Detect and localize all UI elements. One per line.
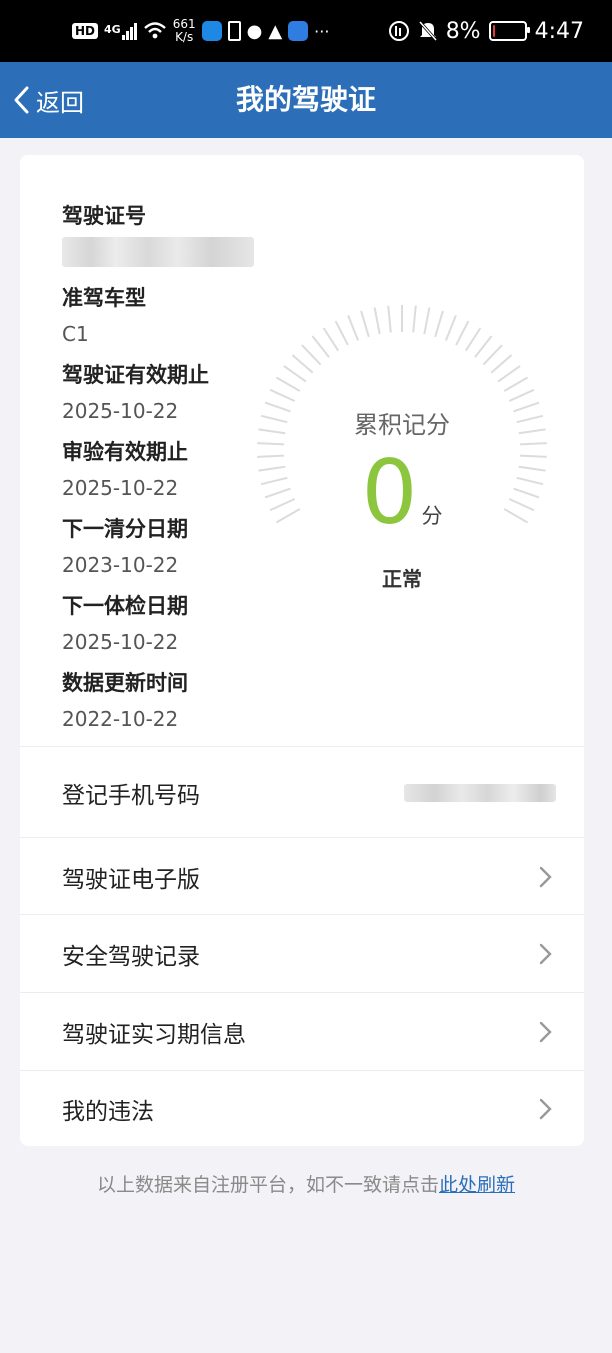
gauge-tick [508,388,535,402]
info-vehicle-class: 准驾车型 C1 [62,282,254,359]
row-electronic-license[interactable]: 驾驶证电子版 [20,837,584,915]
network-type: 4G [104,22,121,36]
page-title: 我的驾驶证 [235,83,376,116]
info-license-number: 驾驶证号 [62,200,254,282]
battery-icon [488,21,530,41]
gauge-tick [444,315,457,341]
info-value: 2023-10-22 [62,553,179,577]
gauge-label: 累积记分 [354,411,450,439]
redacted-phone-number [404,783,556,802]
more-notifications-icon: ··· [314,21,330,41]
wechat-icon: ● [246,20,263,42]
chevron-right-icon [539,1021,552,1043]
info-value: 2025-10-22 [62,399,179,423]
info-next-clear-date: 下一清分日期 2023-10-22 [62,513,254,590]
redacted-license-number [62,237,254,267]
nav-bar: 返回 我的驾驶证 [0,62,612,138]
nfc-icon [388,21,409,41]
hd-indicator: HD [72,23,99,39]
info-value: 2025-10-22 [62,476,179,500]
info-next-medical-date: 下一体检日期 2025-10-22 [62,590,254,667]
refresh-link[interactable]: 此处刷新 [439,1174,515,1196]
gauge-tick [455,320,470,346]
row-label: 我的违法 [62,1099,154,1125]
network-speed: 661 K/s [172,17,196,44]
info-label: 数据更新时间 [62,671,188,695]
gauge-tick [291,354,314,374]
gauge-tick [347,315,360,341]
row-safe-driving-record[interactable]: 安全驾驶记录 [20,914,584,993]
gauge-tick [464,327,482,352]
gauge-tick [423,307,431,335]
info-label: 下一体检日期 [62,594,188,618]
row-label: 驾驶证电子版 [62,866,200,893]
gauge-tick [322,327,340,352]
status-right: 8% 4:47 [388,0,584,62]
row-label: 安全驾驶记录 [62,944,200,970]
data-source-note: 以上数据来自注册平台，如不一致请点击此处刷新 [0,1170,612,1197]
gauge-tick [301,344,322,366]
points-gauge: 累积记分 0分 正常 [252,305,552,591]
chevron-right-icon [539,866,552,887]
wifi-icon [143,22,166,39]
battery-percent: 8% [445,18,481,44]
cellular-signal-icon: 4G [104,22,137,40]
info-value: 2025-10-22 [62,630,179,654]
chevron-right-icon [539,943,552,965]
gauge-score: 0分 [252,443,552,543]
row-label: 登记手机号码 [62,782,200,809]
gauge-tick [412,305,417,333]
clock: 4:47 [534,18,584,44]
gauge-tick [490,354,513,374]
gauge-tick [387,305,392,333]
row-probation-info[interactable]: 驾驶证实习期信息 [20,992,584,1071]
license-info-list: 驾驶证号 准驾车型 C1 驾驶证有效期止 2025-10-22 审验有效期止 2… [62,200,254,744]
info-label: 审验有效期止 [62,440,188,464]
info-label: 准驾车型 [62,286,146,310]
info-inspection-expiry: 审验有效期止 2025-10-22 [62,436,254,513]
gauge-tick [283,365,307,383]
info-data-update-time: 数据更新时间 2022-10-22 [62,667,254,744]
footer-text: 以上数据来自注册平台，如不一致请点击 [96,1174,439,1196]
info-value: C1 [62,322,89,346]
row-my-violations[interactable]: 我的违法 [20,1070,584,1147]
license-card: 驾驶证号 准驾车型 C1 驾驶证有效期止 2025-10-22 审验有效期止 2… [20,155,584,1146]
shield-app-icon [201,21,222,41]
gauge-tick [269,388,296,402]
row-registered-phone[interactable]: 登记手机号码 [20,746,584,838]
chevron-left-icon [14,86,29,114]
mute-bell-icon [418,21,437,41]
points-unit: 分 [421,504,443,528]
row-label: 驾驶证实习期信息 [62,1022,246,1048]
gauge-tick [275,376,301,392]
info-value: 2022-10-22 [62,707,179,731]
points-value: 0 [361,441,418,544]
gauge-tick [474,335,493,358]
points-status: 正常 [382,567,422,591]
gauge-tick [373,307,381,335]
info-label: 驾驶证有效期止 [62,363,209,387]
status-bar: HD 4G 661 K/s ● ▲ ··· 8% 4:47 [0,0,612,62]
gauge-tick [482,344,503,366]
status-left: HD 4G 661 K/s ● ▲ ··· [72,0,329,62]
gauge-tick [334,320,349,346]
back-label: 返回 [36,88,84,117]
back-button[interactable]: 返回 [12,62,84,138]
gauge-tick [434,310,444,338]
info-label: 驾驶证号 [62,204,146,228]
license-number-value [62,237,254,282]
info-license-expiry: 驾驶证有效期止 2025-10-22 [62,359,254,436]
gauge-tick [311,335,330,358]
info-label: 下一清分日期 [62,517,188,541]
qq-icon: ▲ [268,20,283,42]
weather-app-icon [288,21,309,41]
phone-icon [227,21,241,41]
gauge-tick [503,376,529,392]
gauge-tick [497,365,521,383]
gauge-tick [360,310,370,338]
chevron-right-icon [539,1098,552,1120]
